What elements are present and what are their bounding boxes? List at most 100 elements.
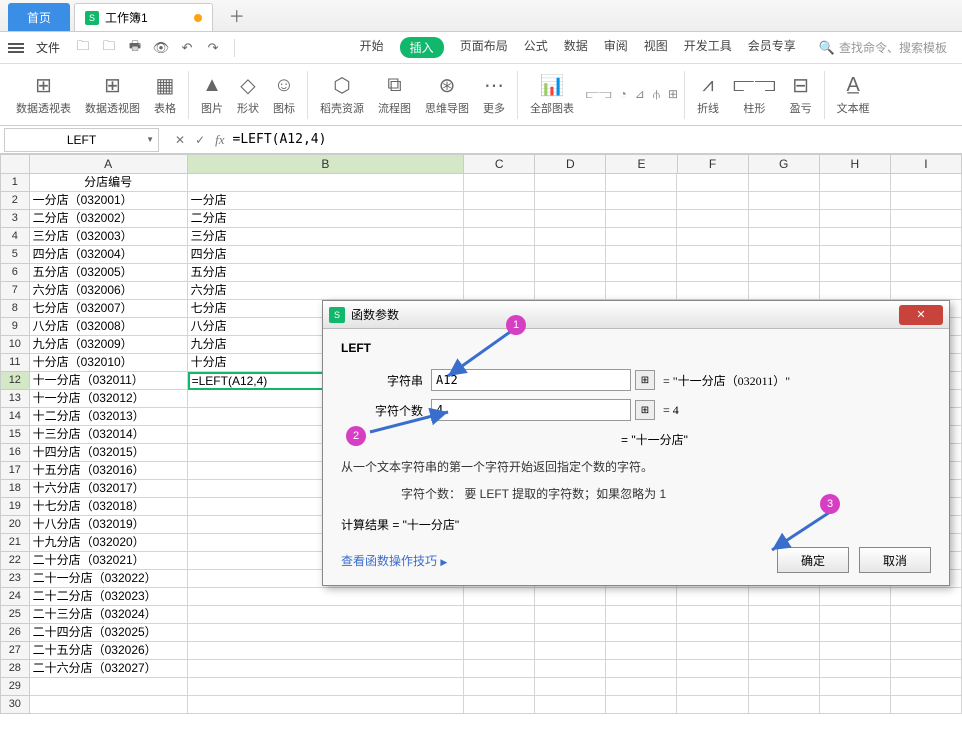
cell[interactable] <box>749 588 820 606</box>
cell[interactable] <box>535 660 606 678</box>
cell[interactable] <box>606 588 677 606</box>
cell[interactable] <box>606 174 677 192</box>
row-header[interactable]: 23 <box>0 570 30 588</box>
cell[interactable] <box>891 210 962 228</box>
cell[interactable]: 三分店（032003） <box>30 228 188 246</box>
cell[interactable]: 一分店（032001） <box>30 192 188 210</box>
cell[interactable]: 十分店（032010） <box>30 354 188 372</box>
cell[interactable] <box>30 678 188 696</box>
row-header[interactable]: 5 <box>0 246 30 264</box>
row-header[interactable]: 20 <box>0 516 30 534</box>
col-header-E[interactable]: E <box>606 154 677 174</box>
ok-button[interactable]: 确定 <box>777 547 849 573</box>
row-header[interactable]: 26 <box>0 624 30 642</box>
cell[interactable] <box>464 642 535 660</box>
cell[interactable] <box>464 264 535 282</box>
row-header[interactable]: 17 <box>0 462 30 480</box>
cell[interactable] <box>677 282 748 300</box>
cell[interactable] <box>535 678 606 696</box>
cell[interactable]: 十六分店（032017） <box>30 480 188 498</box>
tab-member[interactable]: 会员专享 <box>748 37 796 58</box>
cell[interactable] <box>464 588 535 606</box>
cell[interactable]: 十三分店（032014） <box>30 426 188 444</box>
cell[interactable]: 二十一分店（032022） <box>30 570 188 588</box>
cell[interactable]: 二十二分店（032023） <box>30 588 188 606</box>
row-header[interactable]: 25 <box>0 606 30 624</box>
cell[interactable]: 二十四分店（032025） <box>30 624 188 642</box>
row-header[interactable]: 21 <box>0 534 30 552</box>
cell[interactable] <box>535 588 606 606</box>
row-header[interactable]: 2 <box>0 192 30 210</box>
cell[interactable] <box>535 696 606 714</box>
cell[interactable] <box>820 264 891 282</box>
cell[interactable] <box>749 174 820 192</box>
docer-button[interactable]: ⬡稻壳资源 <box>314 72 370 118</box>
table-button[interactable]: ▦表格 <box>148 72 182 118</box>
cell[interactable] <box>535 174 606 192</box>
cell[interactable] <box>749 228 820 246</box>
spark-col-button[interactable]: ⫍⫎柱形 <box>727 72 782 118</box>
cell[interactable] <box>188 642 464 660</box>
cell[interactable] <box>677 624 748 642</box>
row-header[interactable]: 8 <box>0 300 30 318</box>
cell[interactable]: 三分店 <box>188 228 464 246</box>
hamburger-icon[interactable] <box>8 43 24 53</box>
cell[interactable]: 八分店（032008） <box>30 318 188 336</box>
cell[interactable] <box>820 696 891 714</box>
cell[interactable] <box>677 588 748 606</box>
cell[interactable]: 四分店 <box>188 246 464 264</box>
select-all-corner[interactable] <box>0 154 30 174</box>
cell[interactable] <box>606 642 677 660</box>
row-header[interactable]: 4 <box>0 228 30 246</box>
mindmap-button[interactable]: ⊛思维导图 <box>419 72 475 118</box>
close-icon[interactable]: ✕ <box>899 305 943 325</box>
row-header[interactable]: 10 <box>0 336 30 354</box>
cell[interactable] <box>820 678 891 696</box>
cell[interactable]: 六分店 <box>188 282 464 300</box>
icon-button[interactable]: ☺图标 <box>267 72 301 118</box>
cell[interactable] <box>749 246 820 264</box>
more-button[interactable]: ⋯更多 <box>477 72 511 118</box>
row-header[interactable]: 12 <box>0 372 30 390</box>
row-header[interactable]: 3 <box>0 210 30 228</box>
cell[interactable] <box>749 660 820 678</box>
row-header[interactable]: 15 <box>0 426 30 444</box>
cell[interactable] <box>820 210 891 228</box>
cell[interactable] <box>188 606 464 624</box>
cell[interactable] <box>677 606 748 624</box>
row-header[interactable]: 29 <box>0 678 30 696</box>
undo-icon[interactable]: ↶ <box>176 38 198 58</box>
cell[interactable]: 六分店（032006） <box>30 282 188 300</box>
cell[interactable] <box>535 228 606 246</box>
cell[interactable] <box>891 642 962 660</box>
col-header-F[interactable]: F <box>678 154 749 174</box>
cell[interactable]: 二分店 <box>188 210 464 228</box>
cell[interactable] <box>677 174 748 192</box>
param1-input[interactable] <box>431 369 631 391</box>
row-header[interactable]: 9 <box>0 318 30 336</box>
cell[interactable]: 十七分店（032018） <box>30 498 188 516</box>
cell[interactable] <box>749 624 820 642</box>
cell[interactable] <box>749 264 820 282</box>
cell[interactable] <box>820 660 891 678</box>
cell[interactable] <box>606 678 677 696</box>
tab-layout[interactable]: 页面布局 <box>460 37 508 58</box>
flowchart-button[interactable]: ⧉流程图 <box>372 72 417 118</box>
cell[interactable] <box>749 642 820 660</box>
tab-data[interactable]: 数据 <box>564 37 588 58</box>
cell[interactable]: 十一分店（032012） <box>30 390 188 408</box>
chart-icon-2[interactable]: ◔ <box>620 87 627 102</box>
redo-icon[interactable]: ↷ <box>202 38 224 58</box>
cell[interactable]: 二十三分店（032024） <box>30 606 188 624</box>
cell[interactable]: 五分店（032005） <box>30 264 188 282</box>
col-header-A[interactable]: A <box>30 154 188 174</box>
cell[interactable]: 二分店（032002） <box>30 210 188 228</box>
cell[interactable] <box>749 282 820 300</box>
tab-start[interactable]: 开始 <box>360 37 384 58</box>
cell[interactable] <box>535 264 606 282</box>
textbox-button[interactable]: A̲文本框 <box>831 72 876 118</box>
cell[interactable] <box>820 246 891 264</box>
cell[interactable]: 一分店 <box>188 192 464 210</box>
cell[interactable]: 十四分店（032015） <box>30 444 188 462</box>
cell[interactable] <box>535 246 606 264</box>
